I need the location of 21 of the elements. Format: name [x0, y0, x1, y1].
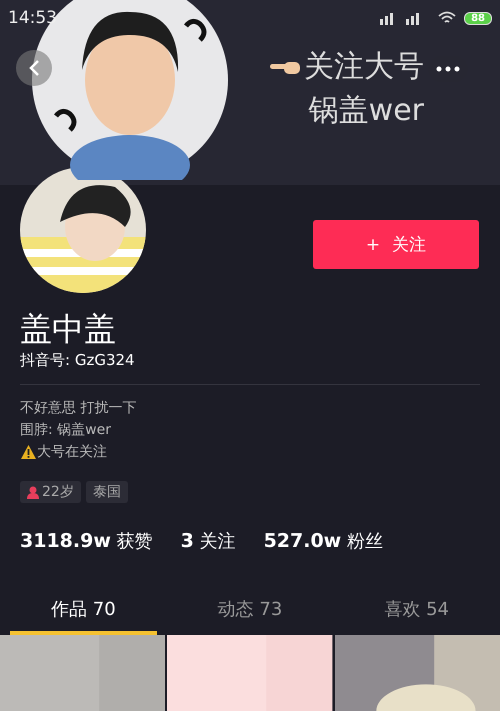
- user-name: 盖中盖: [20, 309, 117, 349]
- stat-text: 3 关注: [180, 529, 236, 553]
- warning-icon: [20, 444, 37, 460]
- cover-caption: 关注大号: [304, 48, 424, 86]
- bio-line: 大号在关注: [37, 443, 107, 462]
- battery-indicator: 88: [464, 12, 492, 24]
- follow-button[interactable]: + 关注: [313, 220, 479, 269]
- person-icon: [27, 486, 39, 498]
- profile-tab[interactable]: 喜欢 54: [343, 597, 490, 635]
- cover-caption: 锅盖wer: [308, 92, 424, 130]
- bio-line: 不好意思 打扰一下: [20, 399, 136, 418]
- more-icon: [436, 66, 460, 72]
- stat-text: 527.0w 粉丝: [264, 529, 383, 553]
- profile-tag: 泰国: [86, 481, 128, 503]
- profile-tag: 22岁: [20, 481, 81, 503]
- profile-tab[interactable]: 动态 73: [176, 597, 324, 635]
- pointing-hand-icon: [270, 59, 302, 75]
- stat-text: 3118.9w 获赞: [20, 529, 153, 553]
- wifi-icon: [438, 11, 456, 25]
- user-id: 抖音号: GzG324: [20, 351, 136, 370]
- bio-line: 围脖: 锅盖wer: [20, 421, 111, 440]
